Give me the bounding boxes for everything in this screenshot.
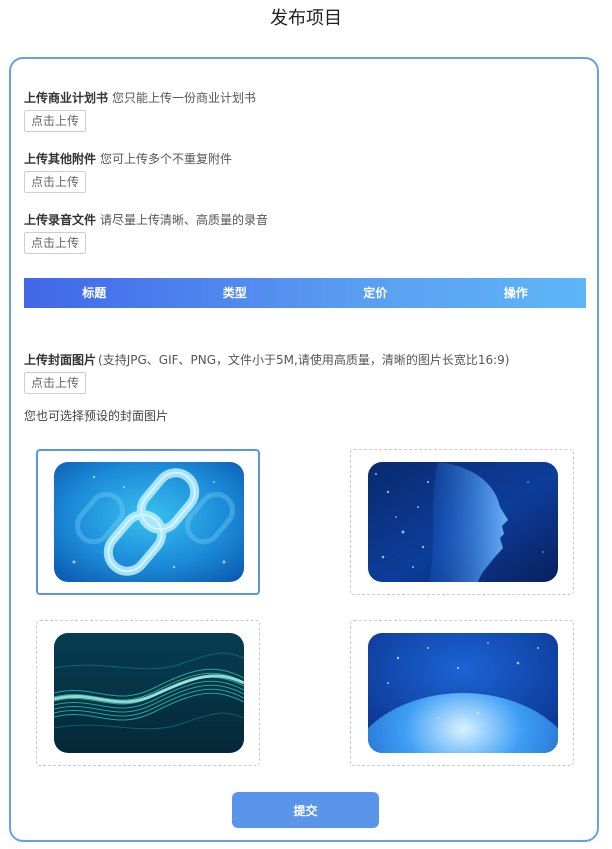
digital-face-image [368,462,558,582]
blue-earth-image [368,633,558,753]
column-type: 类型 [222,286,247,300]
upload-plan-title: 上传商业计划书 [24,91,109,105]
upload-attachments-title: 上传其他附件 [24,152,97,166]
chain-link-image [54,462,244,582]
preset-cover-option-2[interactable] [350,449,574,595]
column-title: 标题 [82,286,107,300]
upload-attachments-button[interactable]: 点击上传 [24,171,87,193]
submit-button[interactable]: 提交 [232,792,379,828]
upload-attachments-section: 上传其他附件 您可上传多个不重复附件 点击上传 [24,151,232,193]
teal-wave-image [54,633,244,753]
upload-audio-title: 上传录音文件 [24,213,97,227]
upload-cover-title: 上传封面图片 [24,353,97,367]
column-price: 定价 [363,286,388,300]
upload-plan-section: 上传商业计划书 您只能上传一份商业计划书 点击上传 [24,90,256,132]
upload-audio-section: 上传录音文件 请尽量上传清晰、高质量的录音 点击上传 [24,212,268,254]
upload-plan-hint: 您只能上传一份商业计划书 [112,91,257,105]
page-title: 发布项目 [270,8,342,29]
upload-cover-hint: (支持JPG、GIF、PNG，文件小于5M,请使用高质量，清晰的图片长宽比16:… [98,353,510,367]
table-header: 标题 类型 定价 操作 [24,278,586,308]
upload-audio-button[interactable]: 点击上传 [24,232,87,254]
upload-cover-section: 上传封面图片 (支持JPG、GIF、PNG，文件小于5M,请使用高质量，清晰的图片… [24,352,509,394]
preset-cover-option-4[interactable] [350,620,574,766]
preset-cover-label: 您也可选择预设的封面图片 [24,409,169,423]
preset-cover-option-3[interactable] [36,620,260,766]
upload-plan-button[interactable]: 点击上传 [24,110,87,132]
column-actions: 操作 [503,286,528,300]
preset-cover-option-1[interactable] [36,449,260,595]
upload-attachments-hint: 您可上传多个不重复附件 [100,152,233,166]
upload-cover-button[interactable]: 点击上传 [24,372,87,394]
upload-audio-hint: 请尽量上传清晰、高质量的录音 [100,213,269,227]
